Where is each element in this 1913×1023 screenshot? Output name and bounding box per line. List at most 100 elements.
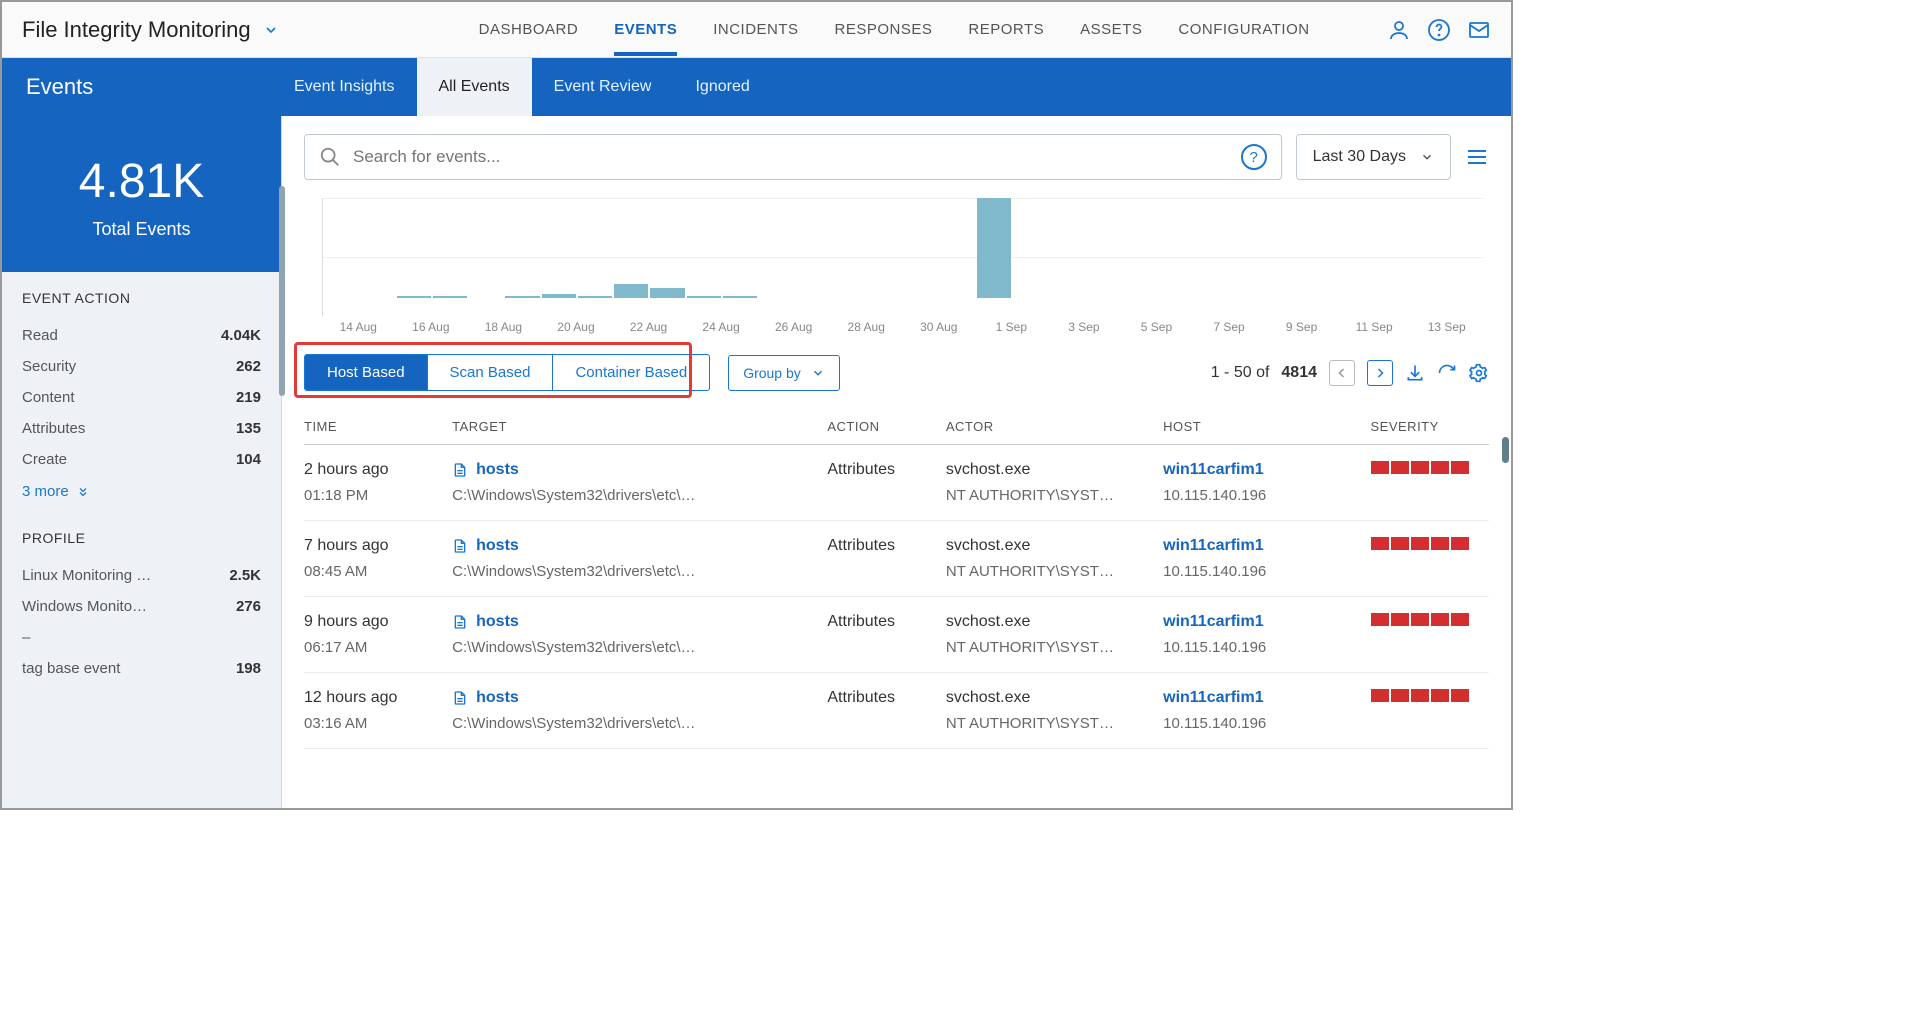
help-icon[interactable] [1427,18,1451,42]
host-ip: 10.115.140.196 [1163,715,1370,732]
facet-row[interactable]: Windows Monito…276 [22,591,261,622]
total-events-stat: 4.81K Total Events [2,116,281,272]
facet-row[interactable]: Security262 [22,351,261,382]
time-absolute: 08:45 AM [304,563,452,580]
menu-icon[interactable] [1465,145,1489,169]
severity-indicator [1371,461,1490,474]
facet-count: 198 [236,660,261,677]
subtab-ignored[interactable]: Ignored [673,58,771,116]
events-timeline-chart: 14 Aug16 Aug18 Aug20 Aug22 Aug24 Aug26 A… [282,198,1511,340]
chart-bar [614,284,648,298]
pager-next-button[interactable] [1367,360,1393,386]
subtab-event-insights[interactable]: Event Insights [272,58,417,116]
topnav-item-reports[interactable]: REPORTS [968,3,1044,56]
host-name-link[interactable]: win11carfim1 [1163,461,1264,478]
facet-more-link[interactable]: 3 more [22,475,261,508]
host-name-link[interactable]: win11carfim1 [1163,689,1264,706]
facet-label: Create [22,451,67,468]
facet-row[interactable]: Create104 [22,444,261,475]
filter-row: Host BasedScan BasedContainer Based Grou… [282,340,1511,409]
chart-bar [542,294,576,298]
user-icon[interactable] [1387,18,1411,42]
file-icon [452,462,468,478]
facet-row[interactable]: Content219 [22,382,261,413]
column-header-actor[interactable]: ACTOR [946,419,1163,434]
x-tick: 18 Aug [467,320,540,334]
chevron-down-icon [1420,150,1434,164]
file-icon [452,690,468,706]
topbar: File Integrity Monitoring DASHBOARD EVENT… [2,2,1511,58]
table-row[interactable]: 7 hours ago08:45 AMhostsC:\Windows\Syste… [304,521,1489,597]
facet-row[interactable]: tag base event198 [22,653,261,684]
target-name-link[interactable]: hosts [476,689,519,706]
host-ip: 10.115.140.196 [1163,487,1370,504]
facet-row[interactable]: Attributes 135 [22,413,261,444]
chart-bar [578,296,612,298]
facet-profile: PROFILE Linux Monitoring …2.5KWindows Mo… [2,512,281,688]
time-absolute: 03:16 AM [304,715,452,732]
topnav-item-events[interactable]: EVENTS [614,3,677,56]
app-switcher[interactable]: File Integrity Monitoring [22,17,279,43]
subtab-event-review[interactable]: Event Review [532,58,674,116]
time-relative: 2 hours ago [304,461,452,479]
column-header-host[interactable]: HOST [1163,419,1370,434]
mail-icon[interactable] [1467,18,1491,42]
topnav-item-incidents[interactable]: INCIDENTS [713,3,798,56]
segment-host-based[interactable]: Host Based [305,355,428,390]
host-ip: 10.115.140.196 [1163,639,1370,656]
facet-label: Attributes [22,420,85,437]
file-icon [452,538,468,554]
action-value: Attributes [827,537,946,555]
facet-row[interactable]: Read4.04K [22,320,261,351]
table-row[interactable]: 9 hours ago06:17 AMhostsC:\Windows\Syste… [304,597,1489,673]
topnav: DASHBOARD EVENTS INCIDENTS RESPONSES REPORTS… [479,3,1310,56]
topnav-item-configuration[interactable]: CONFIGURATION [1178,3,1309,56]
facet-row[interactable]: – [22,622,261,653]
settings-icon[interactable] [1469,363,1489,383]
target-name-link[interactable]: hosts [476,613,519,630]
facet-label: Content [22,389,75,406]
target-name-link[interactable]: hosts [476,461,519,478]
pager-prev-button[interactable] [1329,360,1355,386]
chevron-down-icon [811,366,825,380]
search-box[interactable]: ? [304,134,1282,180]
target-path: C:\Windows\System32\drivers\etc\… [452,563,827,580]
segment-container-based[interactable]: Container Based [553,355,709,390]
topnav-item-dashboard[interactable]: DASHBOARD [479,3,579,56]
table-row[interactable]: 12 hours ago03:16 AMhostsC:\Windows\Syst… [304,673,1489,749]
search-input[interactable] [353,147,1241,167]
refresh-icon[interactable] [1437,363,1457,383]
host-name-link[interactable]: win11carfim1 [1163,613,1264,630]
download-icon[interactable] [1405,363,1425,383]
file-icon [452,614,468,630]
facet-count: 135 [236,420,261,437]
topnav-item-responses[interactable]: RESPONSES [835,3,933,56]
double-chevron-down-icon [77,486,89,498]
search-help-icon[interactable]: ? [1241,144,1267,170]
table-row[interactable]: 2 hours ago01:18 PMhostsC:\Windows\Syste… [304,445,1489,521]
host-name-link[interactable]: win11carfim1 [1163,537,1264,554]
topnav-item-assets[interactable]: ASSETS [1080,3,1142,56]
column-header-time[interactable]: TIME [304,419,452,434]
subtab-all-events[interactable]: All Events [417,58,532,116]
events-table: TIMETARGETACTIONACTORHOSTSEVERITY 2 hour… [282,409,1511,808]
date-range-picker[interactable]: Last 30 Days [1296,134,1451,180]
chart-bar [723,296,757,298]
search-row: ? Last 30 Days [282,116,1511,198]
facet-row[interactable]: Linux Monitoring …2.5K [22,560,261,591]
column-header-target[interactable]: TARGET [452,419,827,434]
x-tick: 24 Aug [685,320,758,334]
action-value: Attributes [827,689,946,707]
segment-scan-based[interactable]: Scan Based [428,355,554,390]
chart-bar [650,288,684,298]
time-absolute: 06:17 AM [304,639,452,656]
stat-label: Total Events [12,219,271,240]
target-name-link[interactable]: hosts [476,537,519,554]
x-tick: 3 Sep [1048,320,1121,334]
chevron-down-icon [263,22,279,38]
group-by-dropdown[interactable]: Group by [728,355,840,391]
column-header-action[interactable]: ACTION [827,419,946,434]
column-header-severity[interactable]: SEVERITY [1371,419,1490,434]
facet-label: Linux Monitoring … [22,567,151,584]
x-tick: 14 Aug [322,320,395,334]
